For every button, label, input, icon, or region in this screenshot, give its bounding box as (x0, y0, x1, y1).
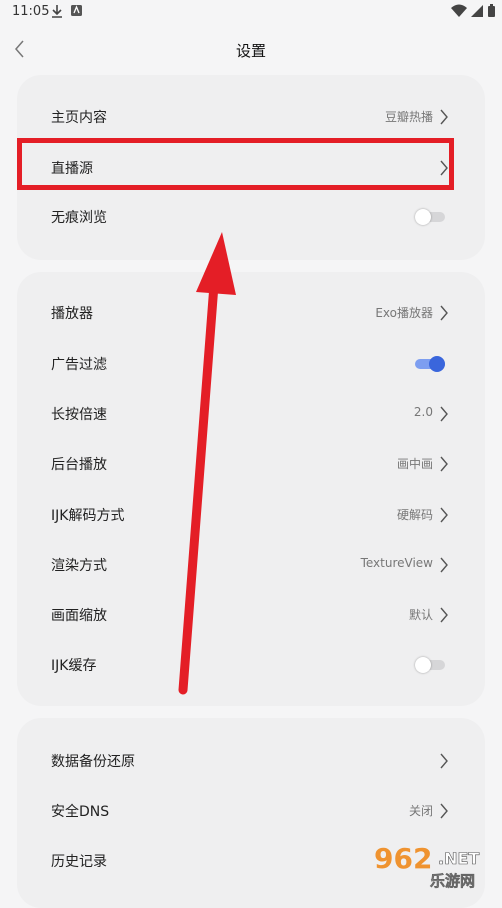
svg-text:.NET: .NET (438, 849, 479, 868)
svg-text:962: 962 (374, 842, 432, 875)
watermark-logo: 962 .NET 乐游网 (374, 842, 480, 890)
annotation-arrow-icon (178, 232, 236, 695)
svg-text:乐游网: 乐游网 (430, 872, 475, 890)
